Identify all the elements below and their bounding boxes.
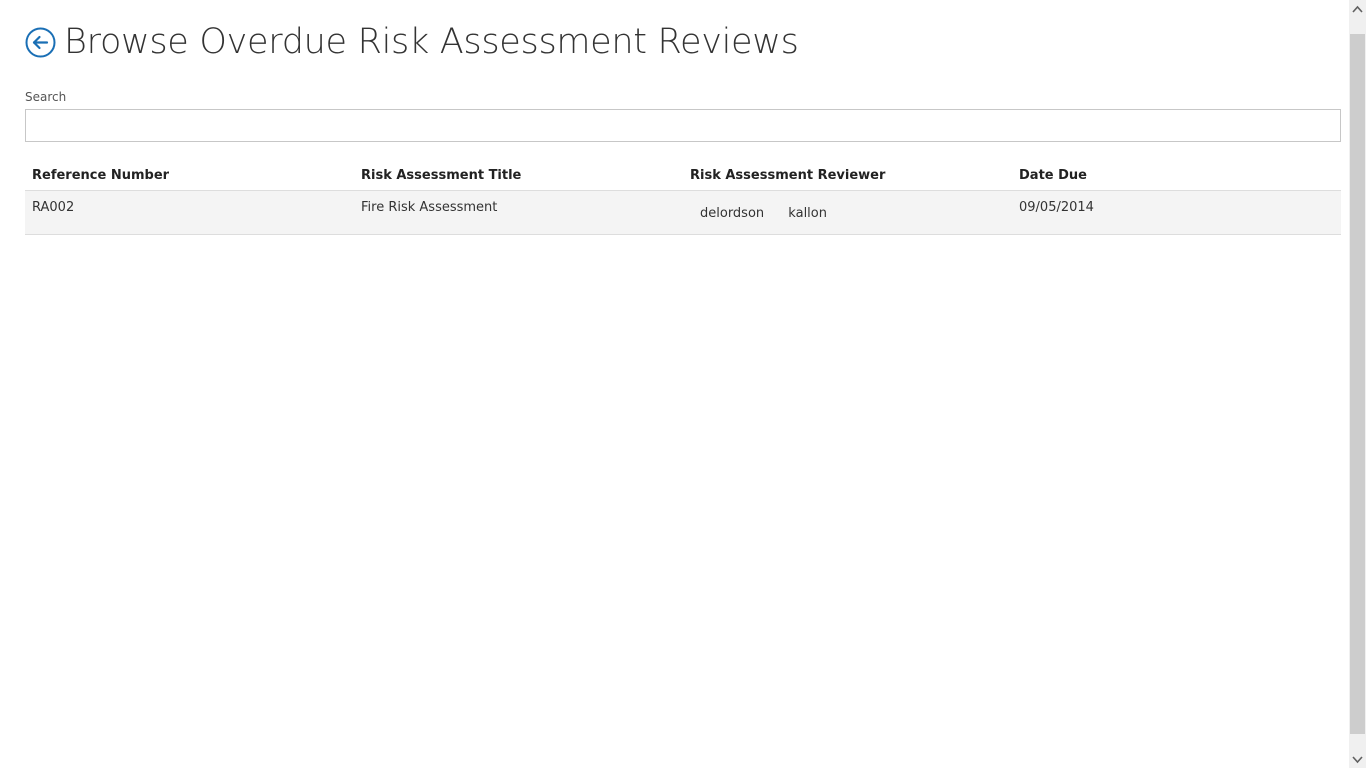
table-row[interactable]: RA002 Fire Risk Assessment delordson kal… [25, 191, 1341, 235]
vertical-scrollbar[interactable] [1349, 0, 1366, 768]
page: Browse Overdue Risk Assessment Reviews S… [0, 0, 1366, 768]
cell-reference-number: RA002 [32, 200, 75, 215]
scroll-up-button[interactable] [1349, 0, 1366, 17]
column-header-risk-assessment-reviewer[interactable]: Risk Assessment Reviewer [683, 168, 1012, 183]
search-input[interactable] [25, 109, 1341, 142]
scroll-thumb[interactable] [1350, 34, 1365, 734]
scroll-down-button[interactable] [1349, 751, 1366, 768]
column-header-date-due[interactable]: Date Due [1012, 168, 1341, 183]
cell-risk-assessment-reviewer: delordson kallon [683, 191, 1012, 234]
page-title: Browse Overdue Risk Assessment Reviews [64, 22, 799, 62]
results-table: Reference Number Risk Assessment Title R… [25, 160, 1341, 235]
table-header: Reference Number Risk Assessment Title R… [25, 160, 1341, 191]
column-header-risk-assessment-title[interactable]: Risk Assessment Title [354, 168, 683, 183]
chevron-up-icon [1352, 5, 1363, 13]
header: Browse Overdue Risk Assessment Reviews [25, 22, 799, 62]
chevron-down-icon [1352, 755, 1363, 763]
cell-risk-assessment-title: Fire Risk Assessment [361, 200, 498, 215]
column-header-reference-number[interactable]: Reference Number [25, 168, 354, 183]
search-label: Search [25, 90, 67, 104]
reviewer-name: kallon [788, 206, 827, 221]
reviewer-name: delordson [700, 206, 765, 221]
back-button[interactable] [25, 27, 56, 58]
cell-date-due: 09/05/2014 [1019, 200, 1094, 215]
back-arrow-circle-icon [25, 27, 56, 57]
